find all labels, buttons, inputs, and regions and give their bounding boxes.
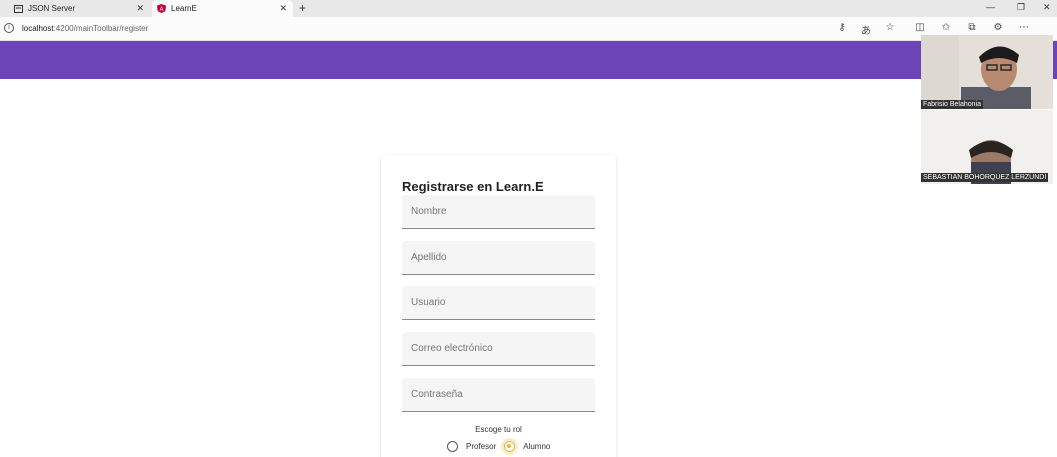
- password-input[interactable]: [402, 378, 595, 411]
- close-tab-icon[interactable]: ✕: [136, 3, 144, 14]
- email-field: [402, 332, 595, 366]
- more-icon[interactable]: ⋯: [1018, 22, 1030, 33]
- tab-json-server[interactable]: JSON Server ✕: [0, 0, 150, 17]
- site-info-icon[interactable]: i: [4, 23, 14, 33]
- close-window-icon[interactable]: ✕: [1043, 2, 1051, 13]
- video-tile-participant-1[interactable]: Fabrisio Belahonia: [921, 35, 1053, 109]
- password-field: [402, 378, 595, 412]
- translate-icon[interactable]: あ: [860, 22, 872, 37]
- participant-name: Fabrisio Belahonia: [921, 100, 983, 109]
- split-screen-icon[interactable]: ◫: [914, 22, 926, 33]
- register-title: Registrarse en Learn.E: [402, 179, 544, 194]
- restore-icon[interactable]: ❐: [1017, 2, 1025, 13]
- address-bar: i localhost:4200/mainToolbar/register ⚷ …: [0, 17, 1057, 41]
- collections-icon[interactable]: ⧉: [966, 22, 978, 33]
- angular-icon: A: [157, 4, 166, 13]
- url-field[interactable]: localhost:4200/mainToolbar/register: [22, 24, 148, 33]
- video-tile-participant-2[interactable]: SEBASTIAN BOHORQUEZ LERZUNDI: [921, 110, 1053, 184]
- favorites-icon[interactable]: ✩: [940, 22, 952, 33]
- role-label: Escoge tu rol: [475, 425, 522, 434]
- star-icon[interactable]: ☆: [884, 22, 896, 33]
- tab-label: LearnE: [171, 4, 197, 13]
- last-name-input[interactable]: [402, 241, 595, 274]
- role-radio-group: Profesor Alumno: [447, 441, 558, 452]
- tab-learne[interactable]: A LearnE ✕: [152, 0, 293, 17]
- new-tab-button[interactable]: +: [299, 1, 306, 15]
- username-input[interactable]: [402, 286, 595, 319]
- radio-profesor-label: Profesor: [466, 442, 497, 451]
- first-name-field: [402, 195, 595, 229]
- radio-alumno[interactable]: [504, 441, 516, 452]
- register-card: Registrarse en Learn.E Escoge tu rol Pro…: [381, 155, 616, 457]
- url-path: :4200/mainToolbar/register: [53, 24, 149, 33]
- url-host: localhost: [22, 24, 54, 33]
- radio-profesor[interactable]: [447, 441, 458, 452]
- close-tab-icon[interactable]: ✕: [279, 3, 287, 14]
- screen: JSON Server ✕ A LearnE ✕ + — ❐ ✕ i local…: [0, 0, 1057, 457]
- key-icon[interactable]: ⚷: [836, 22, 848, 33]
- minimize-icon[interactable]: —: [986, 2, 995, 12]
- first-name-input[interactable]: [402, 195, 595, 228]
- tab-label: JSON Server: [28, 4, 76, 13]
- extensions-icon[interactable]: ⚙: [992, 22, 1004, 33]
- last-name-field: [402, 241, 595, 275]
- participant-name: SEBASTIAN BOHORQUEZ LERZUNDI: [921, 173, 1049, 182]
- app-toolbar: [0, 41, 1057, 79]
- username-field: [402, 286, 595, 320]
- tab-strip: JSON Server ✕ A LearnE ✕ + — ❐ ✕: [0, 0, 1057, 17]
- json-tab-icon: [14, 4, 23, 13]
- radio-alumno-label: Alumno: [523, 442, 551, 451]
- email-input[interactable]: [402, 332, 595, 365]
- participant-video: [921, 35, 1053, 109]
